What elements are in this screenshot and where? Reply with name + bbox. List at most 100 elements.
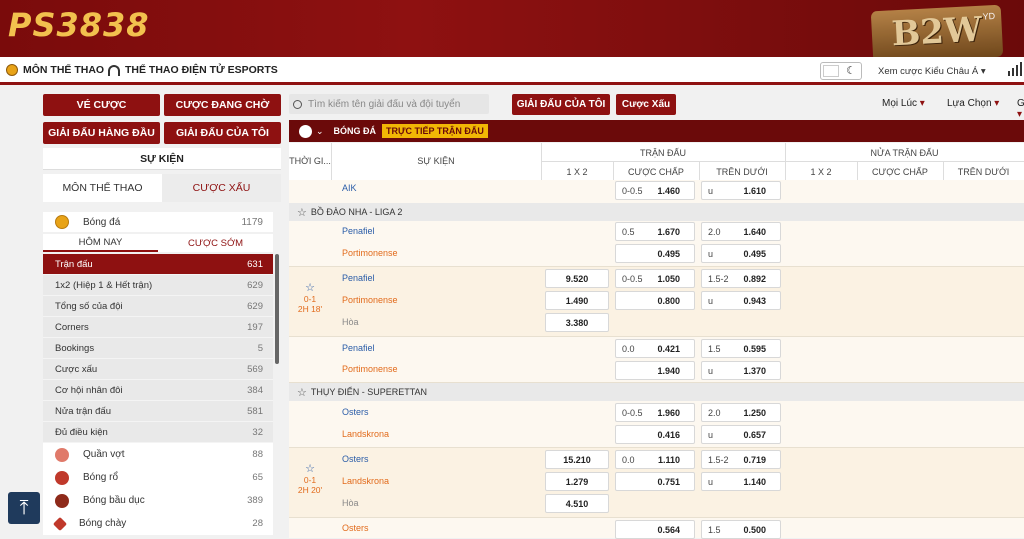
list-item[interactable]: Cơ hội nhân đôi 384 xyxy=(43,380,273,401)
odds-cell[interactable]: 0-0.5 1.050 xyxy=(615,269,695,288)
list-item[interactable]: Nửa trận đấu 581 xyxy=(43,401,273,422)
team-away[interactable]: Portimonense xyxy=(342,248,398,258)
live-badge[interactable]: TRỰC TIẾP TRẬN ĐẤU xyxy=(382,124,488,138)
team-home[interactable]: Penafiel xyxy=(342,273,375,283)
events-header[interactable]: SỰ KIỆN xyxy=(43,148,281,170)
odds-cell[interactable]: 1.5 0.500 xyxy=(701,520,781,539)
time-filter-dropdown[interactable]: Mọi Lúc xyxy=(882,98,925,109)
odds-cell[interactable]: 9.520 xyxy=(545,269,609,288)
odds-cell[interactable]: 0.751 xyxy=(615,472,695,491)
list-item[interactable]: Tổng số của đội 629 xyxy=(43,296,273,317)
odds-cell[interactable]: 1.279 xyxy=(545,472,609,491)
league-header[interactable]: ☆ THỤY ĐIỂN - SUPERETTAN xyxy=(289,383,1024,401)
odds-cell[interactable]: 15.210 xyxy=(545,450,609,469)
team-home[interactable]: Osters xyxy=(342,454,369,464)
category-scrollbar[interactable] xyxy=(275,254,279,364)
tab-bad-bets[interactable]: CƯỢC XẤU xyxy=(162,174,281,202)
table-row: Osters 0.564 1.5 0.500 xyxy=(289,518,1024,539)
odds-cell[interactable]: 1.490 xyxy=(545,291,609,310)
odds-cell[interactable]: u 1.370 xyxy=(701,361,781,380)
star-icon[interactable]: ☆ xyxy=(289,281,331,294)
odds-cell[interactable]: 0.5 1.670 xyxy=(615,222,695,241)
sport-name: Quần vợt xyxy=(83,449,125,460)
odds-cell[interactable]: u 1.610 xyxy=(701,181,781,200)
top-leagues-button[interactable]: GIẢI ĐẤU HÀNG ĐẦU xyxy=(43,122,160,144)
category-label: Đủ điều kiện xyxy=(55,426,108,438)
list-item[interactable]: Đủ điều kiện 32 xyxy=(43,422,273,443)
odds-cell[interactable]: 0.0 0.421 xyxy=(615,339,695,358)
category-count: 384 xyxy=(247,384,263,396)
list-item[interactable]: Corners 197 xyxy=(43,317,273,338)
chevron-down-icon[interactable]: ⌄ xyxy=(316,126,324,137)
theme-toggle[interactable]: ☾ xyxy=(820,62,862,80)
my-leagues-button[interactable]: GIẢI ĐẤU CỦA TÔI xyxy=(164,122,281,144)
odds-format-select[interactable]: Xem cược Kiểu Châu Á ▾ xyxy=(878,66,986,77)
toggle-knob xyxy=(823,65,839,77)
odds-cell[interactable]: 4.510 xyxy=(545,494,609,513)
team-away[interactable]: Portimonense xyxy=(342,295,398,305)
odds-cell[interactable]: 0.800 xyxy=(615,291,695,310)
odds-cell[interactable]: 1.5-2 0.892 xyxy=(701,269,781,288)
bet-slip-button[interactable]: VÉ CƯỢC xyxy=(43,94,160,116)
team-home[interactable]: Penafiel xyxy=(342,343,375,353)
odds-cell[interactable]: 1.5-2 0.719 xyxy=(701,450,781,469)
team-home[interactable]: Osters xyxy=(342,407,369,417)
odds-cell[interactable]: 0-0.5 1.960 xyxy=(615,403,695,422)
team-away[interactable]: Portimonense xyxy=(342,364,398,374)
odds-cell[interactable]: u 1.140 xyxy=(701,472,781,491)
star-icon[interactable]: ☆ xyxy=(289,462,331,475)
soccer-ball-icon xyxy=(6,64,18,76)
sport-american-football[interactable]: Bóng bầu dục 389 xyxy=(43,489,273,512)
moon-icon: ☾ xyxy=(846,65,856,77)
ps3838-logo[interactable]: PS3838 xyxy=(8,6,150,44)
nav-esports[interactable]: THỂ THAO ĐIỆN TỬ ESPORTS xyxy=(108,64,278,76)
team-name[interactable]: AIK xyxy=(342,183,357,193)
sport-basketball[interactable]: Bóng rổ 65 xyxy=(43,466,273,489)
sport-football[interactable]: Bóng đá 1179 xyxy=(43,212,273,232)
odds-cell[interactable]: u 0.495 xyxy=(701,244,781,263)
sport-baseball[interactable]: Bóng chày 28 xyxy=(43,512,273,535)
odds-cell[interactable]: 0.495 xyxy=(615,244,695,263)
star-icon[interactable]: ☆ xyxy=(297,386,307,399)
league-header[interactable]: ☆ BỒ ĐÀO NHA - LIGA 2 xyxy=(289,203,1024,221)
search-input[interactable]: Tìm kiếm tên giải đấu và đội tuyển xyxy=(289,94,489,114)
my-leagues-filter-button[interactable]: GIẢI ĐẤU CỦA TÔI xyxy=(512,94,610,115)
star-icon[interactable]: ☆ xyxy=(297,206,307,219)
subtab-early[interactable]: CƯỢC SỚM xyxy=(158,234,273,252)
tab-sports[interactable]: MÔN THỂ THAO xyxy=(43,174,162,202)
odds-cell[interactable]: 2.0 1.250 xyxy=(701,403,781,422)
odds-cell[interactable]: 1.5 0.595 xyxy=(701,339,781,358)
list-item[interactable]: Bookings 5 xyxy=(43,338,273,359)
sport-tennis[interactable]: Quần vợt 88 xyxy=(43,443,273,466)
match-time: ☆ 0-1 2H 18' xyxy=(289,281,331,314)
list-item[interactable]: Cược xấu 569 xyxy=(43,359,273,380)
extra-dropdown[interactable]: G xyxy=(1017,98,1024,120)
odds-cell[interactable]: 0-0.5 1.460 xyxy=(615,181,695,200)
match-clock: 2H 20' xyxy=(297,485,323,495)
odds-cell[interactable]: 3.380 xyxy=(545,313,609,332)
odds-value: 1.960 xyxy=(657,407,680,418)
odds-cell[interactable]: 0.0 1.110 xyxy=(615,450,695,469)
subtab-today[interactable]: HÔM NAY xyxy=(43,234,158,252)
odds-cell[interactable]: 0.564 xyxy=(615,520,695,539)
list-item[interactable]: Trận đấu 631 xyxy=(43,254,273,275)
options-dropdown[interactable]: Lựa Chọn xyxy=(947,98,999,109)
bad-bets-filter-button[interactable]: Cược Xấu xyxy=(616,94,676,115)
team-draw[interactable]: Hòa xyxy=(342,498,359,508)
odds-value: 1.460 xyxy=(657,185,680,196)
odds-cell[interactable]: u 0.943 xyxy=(701,291,781,310)
team-home[interactable]: Penafiel xyxy=(342,226,375,236)
odds-cell[interactable]: 1.940 xyxy=(615,361,695,380)
nav-sports[interactable]: MÔN THỂ THAO xyxy=(6,64,104,76)
team-home[interactable]: Osters xyxy=(342,523,369,533)
team-away[interactable]: Landskrona xyxy=(342,476,389,486)
team-draw[interactable]: Hòa xyxy=(342,317,359,327)
scroll-to-top-button[interactable]: ⤒ xyxy=(8,492,40,524)
odds-cell[interactable]: 2.0 1.640 xyxy=(701,222,781,241)
odds-cell[interactable]: u 0.657 xyxy=(701,425,781,444)
list-item[interactable]: 1x2 (Hiệp 1 & Hết trận) 629 xyxy=(43,275,273,296)
team-away[interactable]: Landskrona xyxy=(342,429,389,439)
pending-bets-button[interactable]: CƯỢC ĐANG CHỜ xyxy=(164,94,281,116)
divider xyxy=(699,161,700,180)
odds-cell[interactable]: 0.416 xyxy=(615,425,695,444)
